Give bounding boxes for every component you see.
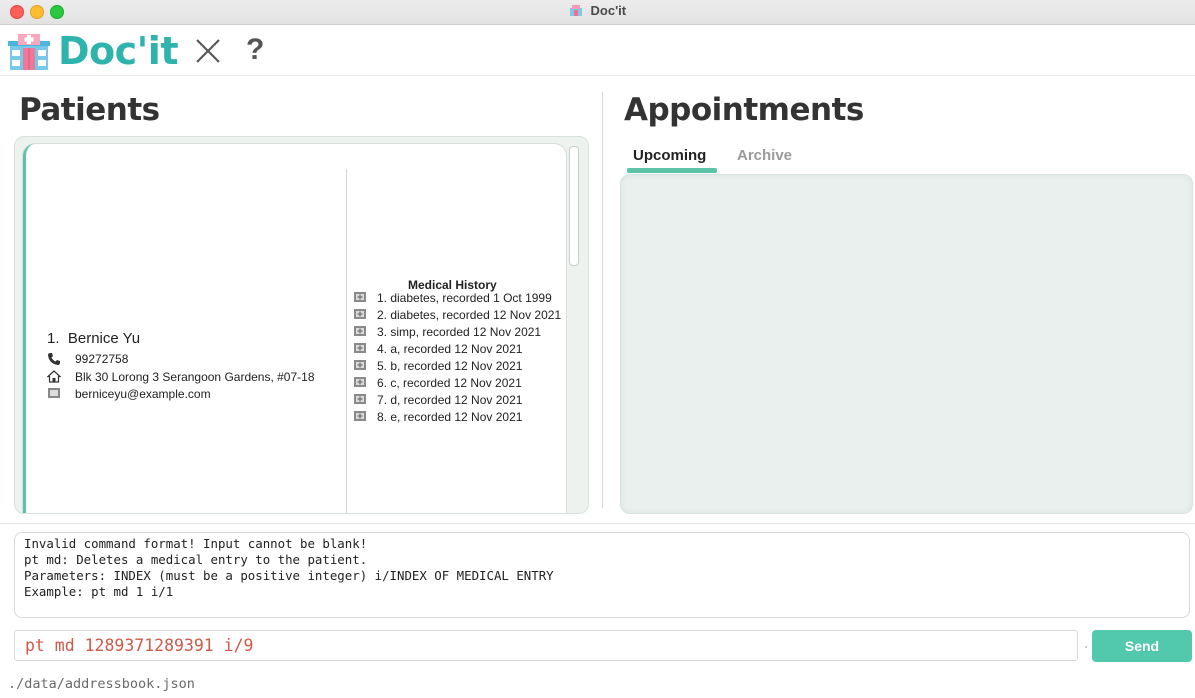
medical-record-icon [354, 377, 366, 387]
medical-history-item: 4. a, recorded 12 Nov 2021 [353, 341, 563, 358]
result-line: Example: pt md 1 i/1 [24, 584, 174, 599]
house-icon [47, 370, 61, 383]
tab-upcoming[interactable]: Upcoming [633, 147, 706, 164]
medical-history-text: 7. d, recorded 12 Nov 2021 [377, 393, 523, 407]
panel-divider [0, 523, 1195, 524]
patient-name: 1. Bernice Yu [47, 330, 140, 347]
exit-icon[interactable] [194, 37, 222, 65]
medical-history-item: 7. d, recorded 12 Nov 2021 [353, 392, 563, 409]
window-title: Doc'it [590, 3, 627, 18]
medical-record-icon [354, 292, 366, 302]
patient-index: 1. [47, 330, 60, 347]
app-mini-logo-icon [569, 5, 582, 16]
medical-record-icon [354, 343, 366, 353]
patient-phone-row: 99272758 [47, 351, 247, 367]
command-input[interactable] [14, 630, 1078, 661]
help-icon[interactable]: ? [246, 32, 264, 68]
medical-history-text: 1. diabetes, recorded 1 Oct 1999 [377, 291, 552, 305]
email-icon [48, 388, 60, 398]
patient-card[interactable]: 1. Bernice Yu 99272758 Blk 30 Lorong 3 S… [23, 144, 566, 513]
app-toolbar: Doc'it ? [0, 25, 1195, 76]
patient-email-row: berniceyu@example.com [47, 386, 247, 402]
medical-history-text: 3. simp, recorded 12 Nov 2021 [377, 325, 542, 339]
patient-name-text: Bernice Yu [67, 330, 141, 347]
medical-history-item: 3. simp, recorded 12 Nov 2021 [353, 324, 563, 341]
medical-history-item: 5. b, recorded 12 Nov 2021 [353, 358, 563, 375]
result-text: Invalid command format! Input cannot be … [24, 536, 554, 600]
medical-history-text: 4. a, recorded 12 Nov 2021 [377, 342, 523, 356]
card-divider [346, 169, 347, 513]
hospital-logo-icon [8, 34, 50, 70]
medical-history-text: 6. c, recorded 12 Nov 2021 [377, 376, 522, 390]
tab-selected-indicator [627, 168, 717, 173]
patient-email: berniceyu@example.com [75, 387, 211, 401]
medical-history-item: 1. diabetes, recorded 1 Oct 1999 [353, 290, 563, 307]
patient-list-scrollbar[interactable] [569, 146, 579, 266]
separator-dot [1085, 646, 1087, 648]
section-divider [602, 92, 603, 508]
medical-history-item: 6. c, recorded 12 Nov 2021 [353, 375, 563, 392]
result-line: Invalid command format! Input cannot be … [24, 536, 368, 551]
window-titlebar: Doc'it [0, 0, 1195, 25]
appointment-list[interactable] [620, 174, 1193, 514]
patient-address-row: Blk 30 Lorong 3 Serangoon Gardens, #07-1… [47, 369, 347, 385]
medical-record-icon [354, 360, 366, 370]
result-line: Parameters: INDEX (must be a positive in… [24, 568, 554, 583]
patient-address: Blk 30 Lorong 3 Serangoon Gardens, #07-1… [75, 370, 315, 384]
patient-phone: 99272758 [75, 352, 129, 366]
medical-record-icon [354, 394, 366, 404]
medical-history-text: 5. b, recorded 12 Nov 2021 [377, 359, 523, 373]
medical-history-item: 8. e, recorded 12 Nov 2021 [353, 409, 563, 426]
phone-icon [48, 353, 60, 365]
medical-record-icon [354, 411, 366, 421]
result-display[interactable]: Invalid command format! Input cannot be … [14, 532, 1190, 618]
status-file-path: ./data/addressbook.json [8, 676, 195, 692]
window-title-area: Doc'it [0, 3, 1195, 18]
patient-list[interactable]: 1. Bernice Yu 99272758 Blk 30 Lorong 3 S… [14, 136, 589, 514]
medical-history-item: 2. diabetes, recorded 12 Nov 2021 [353, 307, 563, 324]
patients-heading: Patients [19, 92, 160, 128]
send-button[interactable]: Send [1092, 630, 1192, 662]
tab-archive[interactable]: Archive [737, 147, 792, 164]
appointments-heading: Appointments [624, 92, 864, 128]
medical-history-text: 2. diabetes, recorded 12 Nov 2021 [377, 308, 562, 322]
medical-history-text: 8. e, recorded 12 Nov 2021 [377, 410, 523, 424]
status-bar: ./data/addressbook.json [0, 672, 1195, 698]
app-name: Doc'it [58, 29, 179, 73]
result-line: pt md: Deletes a medical entry to the pa… [24, 552, 368, 567]
medical-record-icon [354, 309, 366, 319]
medical-history-list: 1. diabetes, recorded 1 Oct 1999 2. diabe… [353, 290, 563, 426]
medical-record-icon [354, 326, 366, 336]
